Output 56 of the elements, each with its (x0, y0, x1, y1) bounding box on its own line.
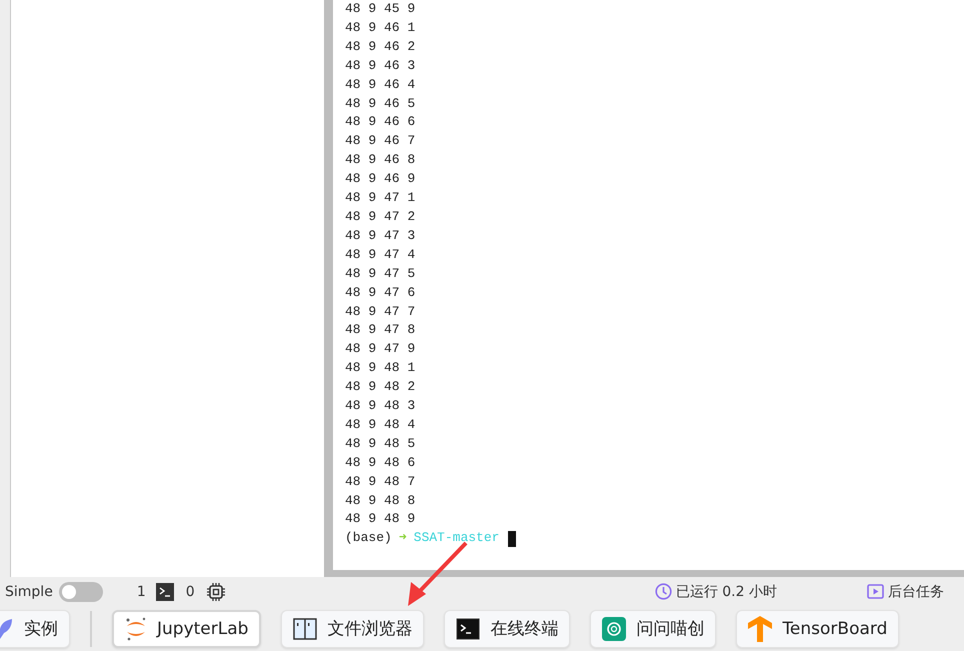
terminal-output-line: 48 9 48 2 (345, 378, 416, 396)
terminal-output-line: 48 9 48 1 (345, 359, 416, 378)
folder-panel-icon (293, 616, 318, 640)
terminal-output-line: 48 9 48 7 (345, 472, 416, 491)
terminal-output-line: 48 9 46 5 (345, 94, 416, 113)
terminal-icon (156, 582, 174, 600)
terminal-output-line: 48 9 47 9 (345, 340, 416, 358)
terminal-output-line: 48 9 47 5 (345, 264, 416, 283)
mode-label: Simple (5, 584, 53, 600)
jupyter-logo-icon (125, 616, 147, 640)
terminal-output-line: 48 9 47 1 (345, 189, 416, 208)
terminal-output-line: 48 9 48 3 (345, 397, 416, 416)
launcher-tab[interactable]: 问问喵创 (590, 610, 716, 648)
terminal-output-line: 48 9 48 5 (345, 434, 416, 453)
terminal-output-line: 48 9 46 3 (345, 56, 416, 75)
launcher-tab[interactable]: 实例 (0, 610, 70, 648)
terminal-output-line: 48 9 46 7 (345, 132, 416, 150)
terminal-output-line: 48 9 48 8 (345, 492, 416, 510)
conda-env-label: (base) (345, 529, 392, 548)
terminal-output-line: 48 9 47 8 (345, 321, 416, 340)
play-icon (867, 584, 884, 599)
text-cursor (508, 530, 516, 547)
runtime-label: 已运行 0.2 小时 (676, 582, 777, 600)
terminal-output-line: 48 9 46 8 (345, 151, 416, 170)
prompt-arrow: ➜ (398, 529, 407, 548)
panel-splitter[interactable] (324, 0, 333, 577)
leaf-icon (0, 618, 14, 638)
terminal-output-line: 48 9 46 4 (345, 76, 416, 94)
chip-icon (206, 582, 225, 600)
terminal-output-line: 48 9 47 6 (345, 284, 416, 302)
terminal-output-line: 48 9 46 6 (345, 113, 416, 132)
terminal-count: 1 (136, 584, 146, 600)
terminal-output-line: 48 9 47 2 (345, 208, 416, 226)
terminal-output-line: 48 9 48 6 (345, 454, 416, 472)
terminal-icon (456, 618, 480, 640)
terminal-output-line: 48 9 46 9 (345, 170, 416, 188)
launcher-tab[interactable]: 文件浏览器 (281, 610, 424, 648)
launcher-tab[interactable]: JupyterLab (112, 610, 262, 648)
terminal-output-line: 48 9 47 7 (345, 302, 416, 320)
tensorboard-logo-icon (748, 616, 772, 642)
arrow-drawing (408, 542, 468, 606)
terminal-output-line: 48 9 47 4 (345, 246, 416, 264)
terminal-output-line: 48 9 47 3 (345, 226, 416, 245)
terminal-output-line: 48 9 48 4 (345, 416, 416, 434)
kernel-count: 0 (186, 584, 195, 600)
terminal-output-line: 48 9 48 9 (345, 510, 416, 528)
terminal-output-line: 48 9 46 2 (345, 38, 416, 56)
current-directory: SSAT-master (414, 529, 500, 548)
background-tasks-link[interactable]: 后台任务 (888, 582, 944, 600)
terminal-output-line: 48 9 45 9 (345, 0, 416, 18)
terminal-output-line: 48 9 46 1 (345, 18, 416, 37)
chat-bot-icon (602, 616, 626, 640)
launcher-tab[interactable]: TensorBoard (736, 610, 900, 648)
clock-icon (654, 583, 672, 600)
launcher-tab[interactable]: 在线终端 (444, 610, 570, 648)
mode-toggle[interactable] (58, 582, 103, 602)
